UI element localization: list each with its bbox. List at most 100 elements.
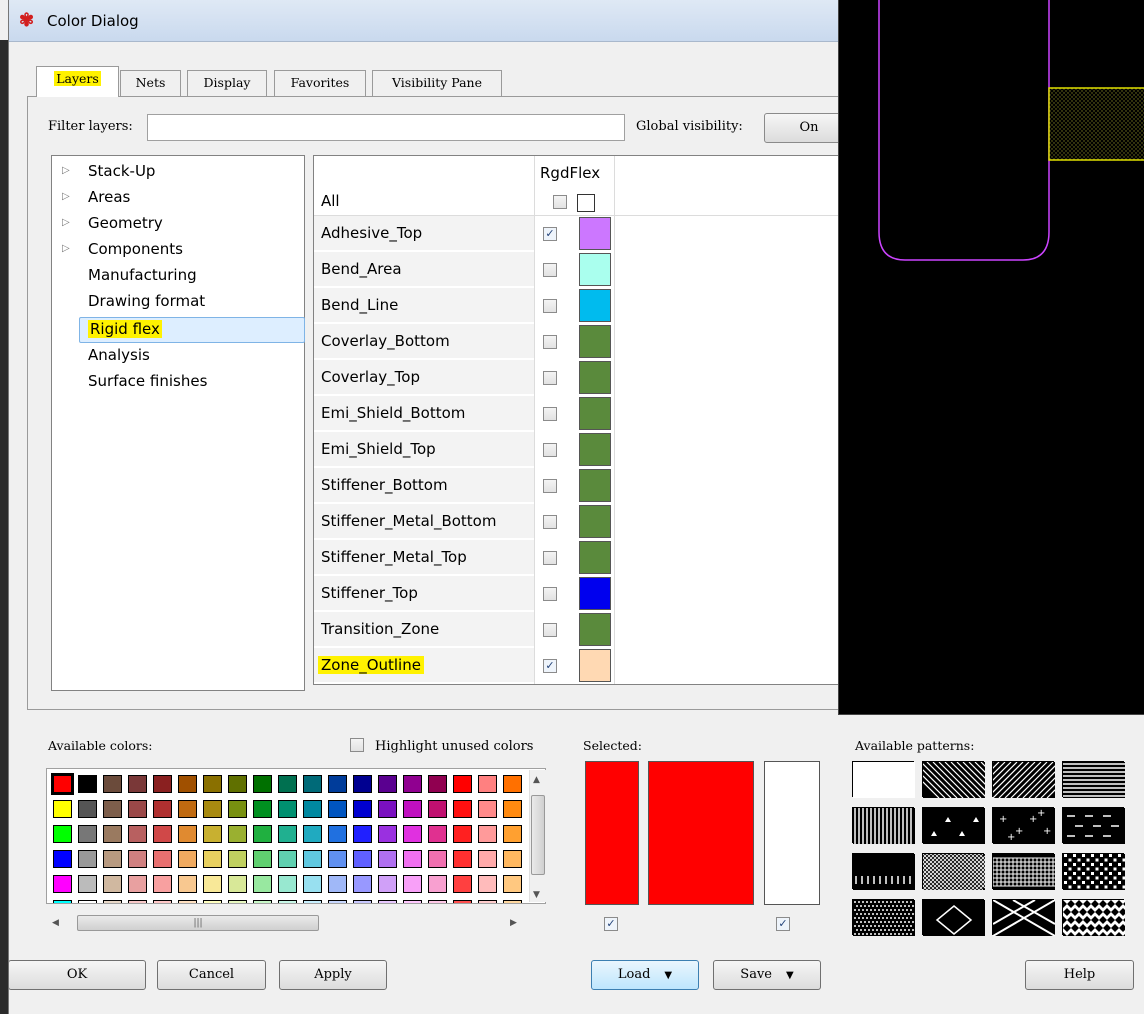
layer-color-swatch[interactable] <box>579 325 611 358</box>
layer-visible-checkbox[interactable] <box>543 335 557 349</box>
palette-color-swatch[interactable] <box>403 900 422 903</box>
tree-item-components[interactable]: ▷ Components <box>52 238 304 264</box>
pattern-grid[interactable] <box>992 853 1055 890</box>
palette-color-swatch[interactable] <box>53 900 72 903</box>
ok-button[interactable]: OK <box>8 960 146 990</box>
palette-horizontal-scroll-thumb[interactable]: ||| <box>77 915 319 931</box>
palette-color-swatch[interactable] <box>128 850 147 868</box>
palette-color-swatch[interactable] <box>103 900 122 903</box>
tree-item-drawing-format[interactable]: Drawing format <box>52 290 304 316</box>
layer-row[interactable]: Stiffener_Top <box>314 576 614 612</box>
layer-row[interactable]: Bend_Line <box>314 288 614 324</box>
layer-color-swatch[interactable] <box>579 541 611 574</box>
palette-color-swatch[interactable] <box>103 825 122 843</box>
layer-visible-checkbox[interactable]: ✓ <box>543 659 557 673</box>
expand-arrow-icon[interactable]: ▷ <box>62 217 70 228</box>
palette-color-swatch[interactable] <box>428 850 447 868</box>
palette-color-swatch[interactable] <box>403 875 422 893</box>
tree-item-analysis[interactable]: Analysis <box>52 344 304 370</box>
palette-color-swatch[interactable] <box>353 800 372 818</box>
palette-color-swatch[interactable] <box>328 900 347 903</box>
pattern-cross-hatch[interactable] <box>886 853 1016 891</box>
palette-color-swatch[interactable] <box>128 800 147 818</box>
palette-color-swatch[interactable] <box>428 800 447 818</box>
palette-vertical-scroll-thumb[interactable] <box>531 795 545 875</box>
palette-color-swatch[interactable] <box>503 875 522 893</box>
layer-color-swatch[interactable] <box>579 361 611 394</box>
layer-visible-checkbox[interactable] <box>543 623 557 637</box>
tree-item-manufacturing[interactable]: Manufacturing <box>52 264 304 290</box>
pattern-horizontal-lines[interactable] <box>1062 761 1125 798</box>
palette-color-swatch[interactable] <box>53 875 72 893</box>
palette-color-swatch[interactable] <box>353 875 372 893</box>
expand-arrow-icon[interactable]: ▷ <box>62 191 70 202</box>
layer-row[interactable]: Emi_Shield_Bottom <box>314 396 614 432</box>
layer-visible-checkbox[interactable] <box>543 299 557 313</box>
palette-color-swatch[interactable] <box>428 825 447 843</box>
layer-row[interactable]: Stiffener_Metal_Top <box>314 540 614 576</box>
selected-foreground-swatch[interactable] <box>585 761 639 905</box>
palette-color-swatch[interactable] <box>378 825 397 843</box>
palette-color-swatch[interactable] <box>228 900 247 903</box>
pattern-diamond-grid[interactable] <box>1059 899 1135 940</box>
layer-visible-checkbox[interactable] <box>543 263 557 277</box>
palette-color-swatch[interactable] <box>228 825 247 843</box>
layer-visible-checkbox[interactable] <box>543 371 557 385</box>
expand-arrow-icon[interactable]: ▷ <box>62 243 70 254</box>
layer-row[interactable]: Adhesive_Top ✓ <box>314 216 614 252</box>
palette-color-swatch[interactable] <box>278 900 297 903</box>
layer-color-swatch[interactable] <box>579 649 611 682</box>
palette-color-swatch[interactable] <box>453 800 472 818</box>
dropdown-arrow-icon[interactable]: ▼ <box>786 970 794 981</box>
palette-color-swatch[interactable] <box>503 775 522 793</box>
palette-color-swatch[interactable] <box>78 900 97 903</box>
pattern-diag-fwd-lines[interactable] <box>956 761 1084 799</box>
palette-color-swatch[interactable] <box>278 875 297 893</box>
palette-color-swatch[interactable] <box>53 825 72 843</box>
palette-color-swatch[interactable] <box>228 775 247 793</box>
palette-color-swatch[interactable] <box>203 900 222 903</box>
palette-color-swatch[interactable] <box>153 800 172 818</box>
palette-color-swatch[interactable] <box>153 775 172 793</box>
palette-color-swatch[interactable] <box>203 850 222 868</box>
palette-color-swatch[interactable] <box>303 825 322 843</box>
layer-color-swatch[interactable] <box>579 289 611 322</box>
palette-color-swatch[interactable] <box>478 875 497 893</box>
tree-item-geometry[interactable]: ▷ Geometry <box>52 212 304 238</box>
palette-color-swatch[interactable] <box>453 875 472 893</box>
palette-color-swatch[interactable] <box>78 825 97 843</box>
tree-item-stack-up[interactable]: ▷ Stack-Up <box>52 160 304 186</box>
palette-color-swatch[interactable] <box>403 800 422 818</box>
palette-color-swatch[interactable] <box>478 900 497 903</box>
layer-color-swatch[interactable] <box>579 505 611 538</box>
pattern-diag-back-lines[interactable] <box>902 761 1030 799</box>
pattern-plus-dots[interactable]: + + + + + + <box>992 807 1055 844</box>
palette-color-swatch[interactable] <box>103 775 122 793</box>
palette-color-swatch[interactable] <box>53 800 72 818</box>
palette-color-swatch[interactable] <box>278 850 297 868</box>
load-button[interactable]: Load ▼ <box>591 960 699 990</box>
layer-visible-checkbox[interactable] <box>543 587 557 601</box>
palette-color-swatch[interactable] <box>378 900 397 903</box>
selected-background-swatch[interactable] <box>764 761 820 905</box>
layer-color-swatch[interactable] <box>579 577 611 610</box>
palette-color-swatch[interactable] <box>128 775 147 793</box>
layer-visible-checkbox[interactable] <box>543 407 557 421</box>
palette-color-swatch[interactable] <box>403 850 422 868</box>
layer-color-swatch[interactable] <box>579 613 611 646</box>
palette-color-swatch[interactable] <box>353 825 372 843</box>
palette-color-swatch[interactable] <box>128 875 147 893</box>
pattern-dense-dots[interactable] <box>852 899 915 936</box>
palette-color-swatch[interactable] <box>503 850 522 868</box>
palette-color-swatch[interactable] <box>403 775 422 793</box>
palette-color-swatch[interactable] <box>178 850 197 868</box>
palette-color-swatch[interactable] <box>453 900 472 903</box>
palette-color-swatch[interactable] <box>378 850 397 868</box>
layer-color-swatch[interactable] <box>579 253 611 286</box>
palette-color-swatch[interactable] <box>453 850 472 868</box>
palette-color-swatch[interactable] <box>78 775 97 793</box>
palette-color-swatch[interactable] <box>103 875 122 893</box>
palette-color-swatch[interactable] <box>303 775 322 793</box>
palette-color-swatch[interactable] <box>378 875 397 893</box>
cancel-button[interactable]: Cancel <box>157 960 266 990</box>
